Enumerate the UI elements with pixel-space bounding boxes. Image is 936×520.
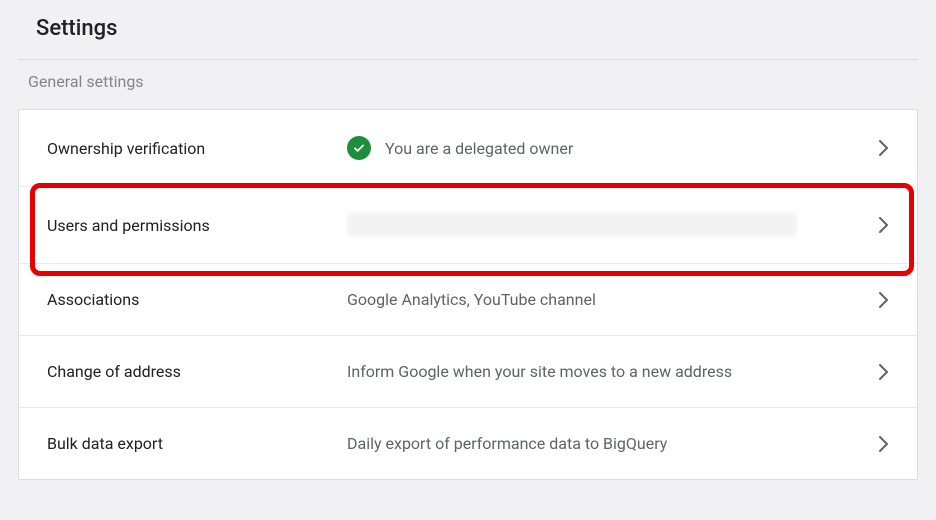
row-label: Ownership verification <box>47 139 347 158</box>
redacted-value <box>347 213 797 237</box>
row-value: Google Analytics, YouTube channel <box>347 290 879 309</box>
row-value <box>347 213 879 237</box>
row-users-and-permissions[interactable]: Users and permissions <box>19 187 917 264</box>
row-value: Daily export of performance data to BigQ… <box>347 434 879 453</box>
row-label: Bulk data export <box>47 434 347 453</box>
chevron-right-icon <box>879 140 889 156</box>
section-header: General settings <box>0 60 936 109</box>
row-value: You are a delegated owner <box>347 136 879 160</box>
chevron-right-icon <box>879 292 889 308</box>
chevron-right-icon <box>879 217 889 233</box>
row-ownership-verification[interactable]: Ownership verification You are a delegat… <box>19 110 917 187</box>
row-label: Change of address <box>47 362 347 381</box>
row-value-text: You are a delegated owner <box>385 139 573 158</box>
page-title: Settings <box>0 0 936 59</box>
row-label: Users and permissions <box>47 216 347 235</box>
row-value-text: Google Analytics, YouTube channel <box>347 290 596 309</box>
row-change-of-address[interactable]: Change of address Inform Google when you… <box>19 336 917 408</box>
chevron-right-icon <box>879 436 889 452</box>
chevron-right-icon <box>879 364 889 380</box>
row-value: Inform Google when your site moves to a … <box>347 362 879 381</box>
row-label: Associations <box>47 290 347 309</box>
settings-page: Settings General settings Ownership veri… <box>0 0 936 480</box>
settings-card: Ownership verification You are a delegat… <box>18 109 918 480</box>
check-icon <box>347 136 371 160</box>
row-associations[interactable]: Associations Google Analytics, YouTube c… <box>19 264 917 336</box>
row-value-text: Inform Google when your site moves to a … <box>347 362 732 381</box>
row-value-text: Daily export of performance data to BigQ… <box>347 434 667 453</box>
row-bulk-data-export[interactable]: Bulk data export Daily export of perform… <box>19 408 917 479</box>
